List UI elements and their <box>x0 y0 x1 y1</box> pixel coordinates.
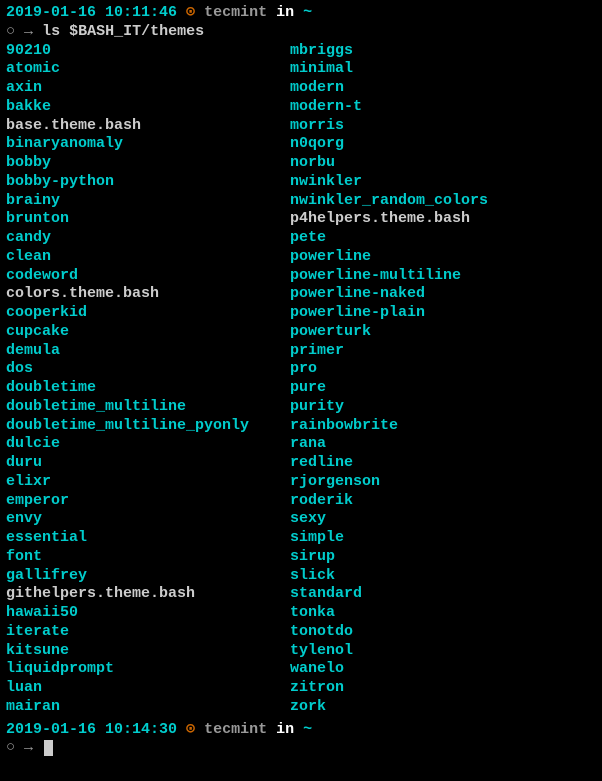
listing-item: luan <box>6 679 290 698</box>
listing-item: modern <box>290 79 596 98</box>
cursor <box>44 740 53 756</box>
prompt-circle-icon: ○ <box>6 739 15 756</box>
ls-output: 90210atomicaxinbakkebase.theme.bashbinar… <box>6 42 596 717</box>
path: ~ <box>303 4 312 21</box>
listing-item: nwinkler_random_colors <box>290 192 596 211</box>
listing-item: axin <box>6 79 290 98</box>
in-text: in <box>276 4 294 21</box>
listing-item: colors.theme.bash <box>6 285 290 304</box>
listing-column-2: mbriggsminimalmodernmodern-tmorrisn0qorg… <box>290 42 596 717</box>
listing-item: cupcake <box>6 323 290 342</box>
listing-item: doubletime_multiline_pyonly <box>6 417 290 436</box>
timestamp: 2019-01-16 10:11:46 <box>6 4 177 21</box>
listing-item: roderik <box>290 492 596 511</box>
listing-item: primer <box>290 342 596 361</box>
listing-item: candy <box>6 229 290 248</box>
listing-item: zitron <box>290 679 596 698</box>
listing-item: demula <box>6 342 290 361</box>
prompt-arrow-icon: → <box>24 739 33 756</box>
listing-item: powerline-plain <box>290 304 596 323</box>
listing-item: githelpers.theme.bash <box>6 585 290 604</box>
listing-item: duru <box>6 454 290 473</box>
timestamp: 2019-01-16 10:14:30 <box>6 721 177 738</box>
command-line-2[interactable]: ○ → <box>6 739 596 758</box>
listing-column-1: 90210atomicaxinbakkebase.theme.bashbinar… <box>6 42 290 717</box>
listing-item: zork <box>290 698 596 717</box>
listing-item: norbu <box>290 154 596 173</box>
username: tecmint <box>204 4 276 21</box>
listing-item: font <box>6 548 290 567</box>
listing-item: essential <box>6 529 290 548</box>
in-text: in <box>276 721 294 738</box>
listing-item: pro <box>290 360 596 379</box>
path: ~ <box>303 721 312 738</box>
listing-item: n0qorg <box>290 135 596 154</box>
listing-item: emperor <box>6 492 290 511</box>
command-text: ls $BASH_IT/themes <box>42 23 204 40</box>
listing-item: hawaii50 <box>6 604 290 623</box>
listing-item: envy <box>6 510 290 529</box>
listing-item: atomic <box>6 60 290 79</box>
listing-item: clean <box>6 248 290 267</box>
listing-item: pete <box>290 229 596 248</box>
listing-item: powerturk <box>290 323 596 342</box>
listing-item: doubletime_multiline <box>6 398 290 417</box>
prompt-circle-icon: ○ <box>6 23 15 40</box>
listing-item: liquidprompt <box>6 660 290 679</box>
listing-item: pure <box>290 379 596 398</box>
listing-item: nwinkler <box>290 173 596 192</box>
listing-item: mairan <box>6 698 290 717</box>
listing-item: tylenol <box>290 642 596 661</box>
listing-item: simple <box>290 529 596 548</box>
listing-item: modern-t <box>290 98 596 117</box>
prompt-line-1: 2019-01-16 10:11:46 ⊙ tecmint in ~ <box>6 4 596 23</box>
listing-item: binaryanomaly <box>6 135 290 154</box>
listing-item: dulcie <box>6 435 290 454</box>
listing-item: bobby <box>6 154 290 173</box>
listing-item: rana <box>290 435 596 454</box>
listing-item: sirup <box>290 548 596 567</box>
listing-item: rainbowbrite <box>290 417 596 436</box>
prompt-line-2: 2019-01-16 10:14:30 ⊙ tecmint in ~ <box>6 721 596 740</box>
listing-item: tonotdo <box>290 623 596 642</box>
listing-item: kitsune <box>6 642 290 661</box>
prompt-arrow-icon: → <box>24 23 33 40</box>
listing-item: cooperkid <box>6 304 290 323</box>
listing-item: bobby-python <box>6 173 290 192</box>
listing-item: gallifrey <box>6 567 290 586</box>
username: tecmint <box>204 721 276 738</box>
clock-icon: ⊙ <box>186 721 195 738</box>
listing-item: base.theme.bash <box>6 117 290 136</box>
listing-item: 90210 <box>6 42 290 61</box>
listing-item: brunton <box>6 210 290 229</box>
listing-item: rjorgenson <box>290 473 596 492</box>
listing-item: elixr <box>6 473 290 492</box>
listing-item: morris <box>290 117 596 136</box>
listing-item: codeword <box>6 267 290 286</box>
listing-item: iterate <box>6 623 290 642</box>
listing-item: minimal <box>290 60 596 79</box>
listing-item: slick <box>290 567 596 586</box>
listing-item: purity <box>290 398 596 417</box>
listing-item: redline <box>290 454 596 473</box>
listing-item: bakke <box>6 98 290 117</box>
listing-item: mbriggs <box>290 42 596 61</box>
listing-item: brainy <box>6 192 290 211</box>
listing-item: standard <box>290 585 596 604</box>
listing-item: powerline <box>290 248 596 267</box>
listing-item: powerline-naked <box>290 285 596 304</box>
listing-item: p4helpers.theme.bash <box>290 210 596 229</box>
listing-item: powerline-multiline <box>290 267 596 286</box>
listing-item: sexy <box>290 510 596 529</box>
listing-item: wanelo <box>290 660 596 679</box>
listing-item: doubletime <box>6 379 290 398</box>
command-line-1[interactable]: ○ → ls $BASH_IT/themes <box>6 23 596 42</box>
clock-icon: ⊙ <box>186 4 195 21</box>
listing-item: dos <box>6 360 290 379</box>
listing-item: tonka <box>290 604 596 623</box>
